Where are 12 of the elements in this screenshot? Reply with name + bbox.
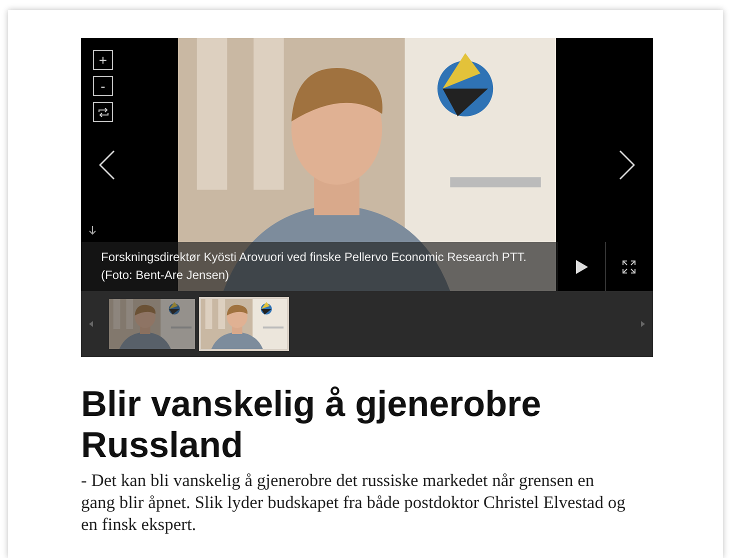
zoom-out-button[interactable]: - xyxy=(93,76,113,96)
article-lede: - Det kan bli vanskelig å gjenerobre det russiske markedet når grensen en gang blir åpnet. Slik lyder budskapet fra både postdoktor Christel Elvestad og en finsk ekspert. xyxy=(81,469,626,535)
scroll-left-icon[interactable] xyxy=(89,321,93,327)
article-title: Blir vanskelig å gjenerobre Russland xyxy=(81,383,542,465)
zoom-in-button[interactable]: + xyxy=(93,50,113,70)
reset-button[interactable] xyxy=(93,102,113,122)
scroll-right-icon[interactable] xyxy=(641,321,645,327)
reset-icon xyxy=(98,108,108,116)
play-icon xyxy=(576,260,588,274)
fullscreen-icon xyxy=(622,260,636,274)
photo-caption: Forskningsdirektør Kyösti Arovuori ved finske Pellervo Economic Research PTT. (Foto: Bent-Are Jensen) xyxy=(81,242,558,291)
download-arrow-icon[interactable] xyxy=(89,226,96,235)
